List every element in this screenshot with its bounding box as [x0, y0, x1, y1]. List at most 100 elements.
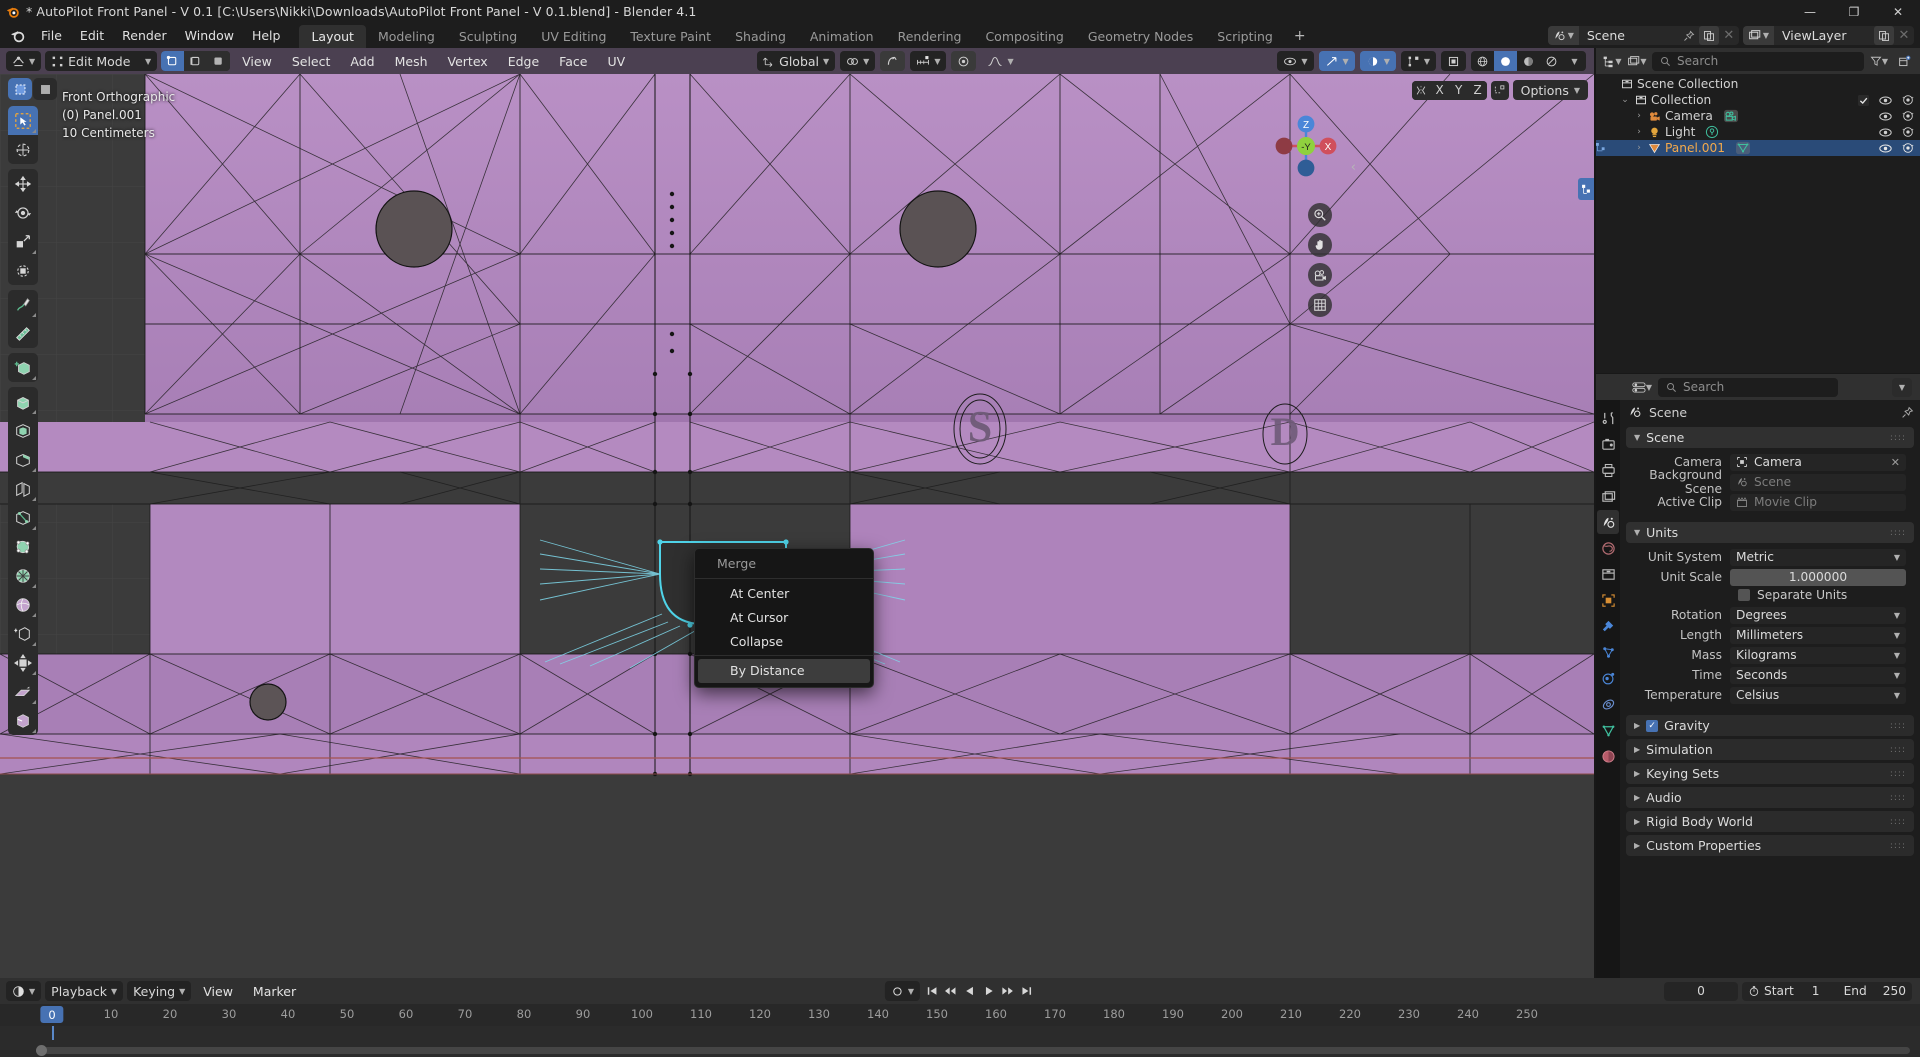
menu-edit[interactable]: Edit: [71, 25, 113, 46]
viewlayer-datablock-icon[interactable]: ▼: [1742, 26, 1774, 45]
tab-scene[interactable]: [1597, 510, 1619, 534]
merge-item-collapse[interactable]: Collapse: [698, 630, 870, 654]
delete-scene-icon[interactable]: ✕: [1719, 26, 1739, 45]
mirror-y-toggle[interactable]: Y: [1449, 80, 1468, 100]
mirror-z-toggle[interactable]: Z: [1468, 80, 1487, 100]
timeline-horizontal-scrollbar[interactable]: [36, 1045, 1910, 1056]
jump-to-start-button[interactable]: [923, 982, 940, 1001]
tool-measure[interactable]: [8, 319, 38, 348]
camera-render-icon[interactable]: [1902, 126, 1914, 138]
camera-field[interactable]: Camera ✕: [1730, 453, 1906, 471]
viewport-menu-uv[interactable]: UV: [599, 52, 633, 71]
timeline-playback-menu[interactable]: Playback ▼: [45, 981, 124, 1001]
tool-spin[interactable]: [8, 561, 38, 590]
tab-animation[interactable]: Animation: [798, 25, 886, 49]
simulation-panel-header[interactable]: ▶ Simulation ::::: [1626, 739, 1914, 760]
add-workspace-button[interactable]: +: [1285, 25, 1315, 47]
shading-options-chevron-icon[interactable]: ▼: [1563, 51, 1586, 71]
proportional-editing-enable[interactable]: [951, 51, 977, 71]
tab-render[interactable]: [1597, 432, 1619, 456]
delete-viewlayer-icon[interactable]: ✕: [1894, 26, 1914, 45]
camera-data-icon[interactable]: [1723, 109, 1739, 123]
solid-shading-icon[interactable]: [1494, 51, 1517, 71]
keyframe-type-selector[interactable]: ▼: [884, 981, 921, 1001]
tool-smooth[interactable]: [8, 590, 38, 619]
viewport-menu-add[interactable]: Add: [342, 52, 382, 71]
checkbox-icon[interactable]: [1858, 94, 1869, 106]
expand-arrow[interactable]: ›: [1632, 111, 1646, 121]
tool-rotate[interactable]: [8, 198, 38, 227]
jump-to-end-button[interactable]: [1018, 982, 1035, 1001]
outliner-editor[interactable]: ▼ ▼ Search ▼ Scene Collection ⌄ Collecti…: [1596, 48, 1920, 373]
timeline-marker-menu[interactable]: Marker: [245, 982, 304, 1001]
new-viewlayer-icon[interactable]: [1874, 26, 1894, 45]
time-dropdown[interactable]: Seconds ▼: [1730, 666, 1906, 684]
mass-dropdown[interactable]: Kilograms ▼: [1730, 646, 1906, 664]
tool-scale[interactable]: [8, 227, 38, 256]
eye-icon[interactable]: [1879, 95, 1892, 106]
rigid-body-world-panel-header[interactable]: ▶ Rigid Body World ::::: [1626, 811, 1914, 832]
gravity-panel-header[interactable]: ▶ ✓ Gravity ::::: [1626, 715, 1914, 736]
editor-type-selector[interactable]: ▼: [6, 51, 42, 71]
material-preview-shading-icon[interactable]: [1517, 51, 1540, 71]
tool-knife[interactable]: [8, 503, 38, 532]
merge-item-at-cursor[interactable]: At Cursor: [698, 606, 870, 630]
scene-selector[interactable]: ▼ Scene ✕: [1547, 26, 1739, 45]
outliner-search-input[interactable]: Search: [1652, 51, 1864, 71]
outliner-display-mode-icon[interactable]: ▼: [1627, 52, 1647, 71]
play-reverse-button[interactable]: [961, 982, 978, 1001]
tab-physics[interactable]: [1597, 666, 1619, 690]
tool-select-box[interactable]: [8, 106, 38, 135]
length-dropdown[interactable]: Millimeters ▼: [1730, 626, 1906, 644]
gravity-checkbox[interactable]: ✓: [1646, 719, 1659, 732]
tool-transform[interactable]: [8, 256, 38, 285]
tab-layout[interactable]: Layout: [299, 24, 366, 49]
expand-arrow[interactable]: ⌄: [1618, 95, 1632, 105]
scene-datablock-icon[interactable]: ▼: [1547, 26, 1579, 45]
tool-edge-slide[interactable]: [8, 619, 38, 648]
unit-system-dropdown[interactable]: Metric ▼: [1730, 548, 1906, 566]
transform-orientation-selector[interactable]: Global ▼: [757, 51, 836, 71]
tool-shrink-fatten[interactable]: [8, 648, 38, 677]
playhead-line[interactable]: [52, 1026, 54, 1040]
pin-properties-icon[interactable]: [1901, 406, 1920, 419]
viewport-menu-view[interactable]: View: [234, 52, 280, 71]
expand-arrow[interactable]: ›: [1632, 127, 1646, 137]
audio-panel-header[interactable]: ▶ Audio ::::: [1626, 787, 1914, 808]
tab-tool[interactable]: [1597, 406, 1619, 430]
viewport-3d[interactable]: S D ▼ Edit Mode ▼ View Select Add Mesh V…: [0, 48, 1594, 978]
menu-help[interactable]: Help: [243, 25, 290, 46]
timeline-keying-menu[interactable]: Keying ▼: [127, 981, 192, 1001]
viewport-menu-face[interactable]: Face: [551, 52, 595, 71]
light-data-icon[interactable]: [1705, 125, 1719, 139]
menu-render[interactable]: Render: [113, 25, 176, 46]
tweak-select-tool[interactable]: [8, 78, 32, 100]
tab-uv-editing[interactable]: UV Editing: [529, 25, 618, 49]
viewport-options-button[interactable]: Options ▼: [1512, 80, 1588, 100]
tab-modifiers[interactable]: [1597, 614, 1619, 638]
tab-world[interactable]: [1597, 536, 1619, 560]
tool-extrude[interactable]: [8, 387, 38, 416]
auto-merge-toggle[interactable]: [1490, 80, 1509, 100]
timeline-ruler[interactable]: 0 10 20 30 40 50 60 70 80 90 100 110 120…: [0, 1004, 1920, 1026]
mesh-edit-mode-overlay-icon[interactable]: ▼: [1400, 51, 1436, 71]
timeline-editor[interactable]: ▼ Playback ▼ Keying ▼ View Marker ▼ 0 St…: [0, 978, 1920, 1057]
use-preview-range-icon[interactable]: [1748, 985, 1760, 997]
scene-name[interactable]: Scene: [1579, 28, 1679, 43]
tab-constraints[interactable]: [1597, 692, 1619, 716]
keying-sets-panel-header[interactable]: ▶ Keying Sets ::::: [1626, 763, 1914, 784]
play-button[interactable]: [980, 982, 997, 1001]
tool-cursor[interactable]: [8, 135, 38, 164]
new-scene-icon[interactable]: [1698, 26, 1719, 45]
close-button[interactable]: ✕: [1876, 0, 1920, 23]
tab-particles[interactable]: [1597, 640, 1619, 664]
merge-item-by-distance[interactable]: By Distance: [698, 659, 870, 683]
expand-arrow[interactable]: ›: [1632, 143, 1646, 153]
tool-annotate[interactable]: [8, 290, 38, 319]
rotation-dropdown[interactable]: Degrees ▼: [1730, 606, 1906, 624]
viewport-menu-edge[interactable]: Edge: [500, 52, 547, 71]
tab-collection[interactable]: [1597, 562, 1619, 586]
properties-search-input[interactable]: Search: [1658, 377, 1838, 397]
tool-rip-region[interactable]: [8, 706, 38, 735]
toggle-xray-button[interactable]: [1441, 51, 1466, 71]
